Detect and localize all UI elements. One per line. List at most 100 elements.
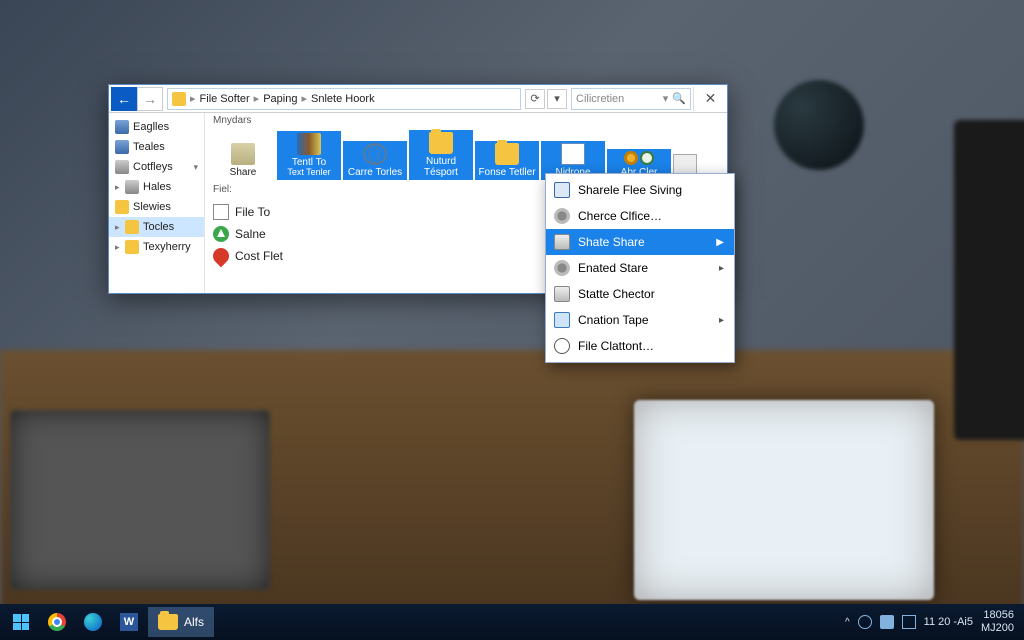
chevron-down-icon: ▾ xyxy=(193,162,198,173)
taskbar-active-task[interactable]: Alfs xyxy=(148,607,214,637)
chevron-right-icon: ▶ xyxy=(716,237,724,248)
ctx-label: Cnation Tape xyxy=(578,313,649,327)
sidebar-item-cotfleys[interactable]: Cotfleys ▾ xyxy=(109,157,204,177)
ctx-label: File Clattont… xyxy=(578,339,654,353)
ctx-item-statte[interactable]: Statte Chector xyxy=(546,281,734,307)
ctx-item-shate-share[interactable]: Shate Share ▶ xyxy=(546,229,734,255)
tool-label: Carre Torles xyxy=(348,167,402,178)
tray-text: 11 20 -Ai5 xyxy=(924,616,973,628)
clock-line: 18056 xyxy=(981,609,1014,622)
pin-icon xyxy=(210,245,233,268)
taskbar: W Alfs ^ 11 20 -Ai5 18056 MJ200 xyxy=(0,604,1024,640)
stack-icon xyxy=(125,180,139,194)
sidebar-item-tocles[interactable]: ▸ Tocles xyxy=(109,217,204,237)
document-icon xyxy=(213,204,229,220)
dropdown-button[interactable]: ▾ xyxy=(547,89,567,109)
taskbar-clock[interactable]: 18056 MJ200 xyxy=(981,609,1014,634)
ctx-item-enated[interactable]: Enated Stare ▸ xyxy=(546,255,734,281)
clock-icon xyxy=(640,151,654,165)
ctx-item-cherce[interactable]: Cherce Clfice… xyxy=(546,203,734,229)
breadcrumb-part[interactable]: File Softer xyxy=(200,93,250,105)
tool-label: Nuturd Tésport xyxy=(411,156,471,178)
folder-icon xyxy=(158,614,178,630)
ctx-label: Sharele Flee Siving xyxy=(578,183,682,197)
word-icon: W xyxy=(120,613,138,631)
ctx-item-file-clattont[interactable]: File Clattont… xyxy=(546,333,734,359)
chrome-icon xyxy=(48,613,66,631)
edge-icon xyxy=(84,613,102,631)
sidebar-item-label: Tocles xyxy=(143,221,174,233)
folder-icon xyxy=(125,240,139,254)
folder-icon xyxy=(172,92,186,106)
clock-line: MJ200 xyxy=(981,622,1014,635)
search-placeholder: Cilicretien xyxy=(576,93,624,105)
monitor-icon xyxy=(554,312,570,328)
sidebar-item-texyherry[interactable]: ▸ Texyherry xyxy=(109,237,204,257)
page-icon xyxy=(561,143,585,165)
background-lamp xyxy=(774,80,864,170)
sidebar: Eaglles Teales Cotfleys ▾ ▸ Hales Slewie… xyxy=(109,113,205,293)
file-name: Cost Flet xyxy=(235,249,283,263)
folder-icon xyxy=(115,200,129,214)
ctx-item-sharele[interactable]: Sharele Flee Siving xyxy=(546,177,734,203)
breadcrumb-part[interactable]: Paping xyxy=(263,93,297,105)
tray-icon[interactable] xyxy=(902,615,916,629)
system-tray[interactable]: ^ 11 20 -Ai5 18056 MJ200 xyxy=(845,609,1020,634)
globe-icon xyxy=(363,143,387,165)
taskbar-chrome[interactable] xyxy=(40,607,74,637)
ctx-label: Statte Chector xyxy=(578,287,655,301)
tool-label: Fonse Tetller xyxy=(478,167,535,178)
expand-icon: ▸ xyxy=(115,222,121,233)
breadcrumb[interactable]: ▸ File Softer ▸ Paping ▸ Snlete Hoork xyxy=(167,88,521,110)
sidebar-item-label: Slewies xyxy=(133,201,171,213)
taskbar-word[interactable]: W xyxy=(112,607,146,637)
tray-icon[interactable] xyxy=(880,615,894,629)
library-icon xyxy=(115,120,129,134)
search-icon: 🔍 xyxy=(672,92,686,105)
drive-icon xyxy=(554,234,570,250)
tray-overflow-icon[interactable]: ^ xyxy=(845,617,850,628)
clock-icon xyxy=(554,338,570,354)
tool-sublabel: Text Tenler xyxy=(287,168,330,178)
sidebar-item-label: Hales xyxy=(143,181,171,193)
search-input[interactable]: Cilicretien ▾ 🔍 xyxy=(571,88,691,110)
tool-nuturd[interactable]: Nuturd Tésport xyxy=(409,130,473,180)
start-button[interactable] xyxy=(4,607,38,637)
nav-back-button[interactable]: ← xyxy=(111,87,137,111)
stack-icon xyxy=(115,160,129,174)
tool-tentl-to[interactable]: Tentl To Text Tenler xyxy=(277,131,341,180)
windows-icon xyxy=(13,614,29,630)
sidebar-item-eaglles[interactable]: Eaglles xyxy=(109,117,204,137)
file-name: Salne xyxy=(235,227,266,241)
chevron-right-icon: ▸ xyxy=(719,263,724,274)
sidebar-item-slewies[interactable]: Slewies xyxy=(109,197,204,217)
window-close-button[interactable]: ✕ xyxy=(693,87,727,111)
ctx-item-cnation[interactable]: Cnation Tape ▸ xyxy=(546,307,734,333)
taskbar-edge[interactable] xyxy=(76,607,110,637)
expand-icon: ▸ xyxy=(115,242,121,253)
background-laptop-right xyxy=(634,400,934,600)
chevron-down-icon: ▾ xyxy=(663,92,669,105)
nav-forward-button[interactable]: → xyxy=(137,87,163,111)
sidebar-item-hales[interactable]: ▸ Hales xyxy=(109,177,204,197)
tool-fonse[interactable]: Fonse Tetller xyxy=(475,141,539,180)
section-label: Mnydars xyxy=(205,113,727,128)
background-laptop-left xyxy=(10,410,270,590)
breadcrumb-part[interactable]: Snlete Hoork xyxy=(311,93,375,105)
file-name: File To xyxy=(235,205,270,219)
drive-icon xyxy=(554,286,570,302)
tool-share[interactable]: Share xyxy=(211,141,275,180)
ctx-label: Shate Share xyxy=(578,235,645,249)
background-speaker xyxy=(954,120,1024,440)
play-icon xyxy=(213,226,229,242)
sidebar-item-teales[interactable]: Teales xyxy=(109,137,204,157)
refresh-button[interactable]: ⟳ xyxy=(525,89,545,109)
books-icon xyxy=(297,133,321,155)
tool-carre-torles[interactable]: Carre Torles xyxy=(343,141,407,180)
library-icon xyxy=(115,140,129,154)
expand-icon: ▸ xyxy=(115,182,121,193)
ctx-label: Enated Stare xyxy=(578,261,648,275)
tray-icon[interactable] xyxy=(858,615,872,629)
sidebar-item-label: Cotfleys xyxy=(133,161,173,173)
folder-icon xyxy=(495,143,519,165)
